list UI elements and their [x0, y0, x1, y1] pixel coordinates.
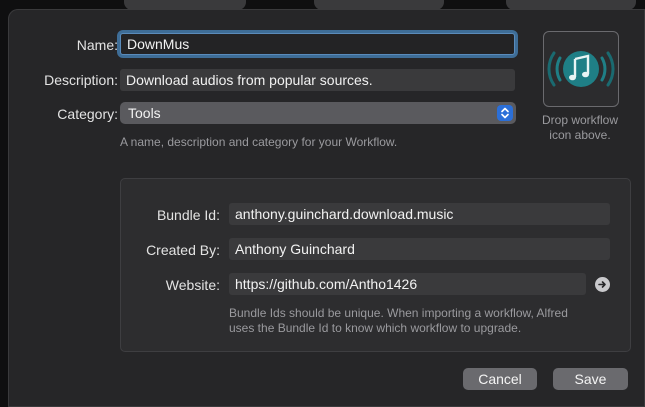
music-note-icon — [547, 51, 615, 87]
bundle-hint: Bundle Ids should be unique. When import… — [229, 306, 568, 336]
chevron-up-down-icon — [497, 105, 513, 121]
icon-drop-hint: Drop workflow icon above. — [530, 113, 630, 143]
category-select[interactable]: Tools — [120, 102, 516, 124]
website-input[interactable] — [229, 273, 586, 295]
save-button[interactable]: Save — [553, 368, 628, 390]
workflow-config-sheet: Name: Description: Category: Tools A nam… — [8, 9, 645, 407]
open-website-button[interactable] — [595, 277, 610, 292]
workflow-icon-drop-well[interactable] — [543, 31, 619, 107]
icon-drop-hint-line1: Drop workflow — [541, 113, 619, 127]
created-by-input[interactable] — [229, 238, 610, 260]
bundle-hint-line1: Bundle Ids should be unique. When import… — [229, 306, 568, 320]
description-label: Description: — [44, 72, 118, 88]
bundle-id-input[interactable] — [229, 203, 610, 225]
bundle-info-panel: Bundle Id: Created By: Website: Bundle I… — [120, 178, 631, 352]
category-label: Category: — [57, 106, 118, 122]
description-input[interactable] — [120, 69, 515, 91]
bundle-hint-line2: uses the Bundle Id to know which workflo… — [229, 321, 522, 335]
bundle-id-label: Bundle Id: — [156, 207, 220, 223]
created-by-label: Created By: — [146, 242, 220, 258]
general-hint: A name, description and category for you… — [120, 135, 398, 149]
icon-drop-hint-line2: icon above. — [549, 128, 611, 142]
name-input[interactable] — [120, 33, 515, 55]
cancel-button[interactable]: Cancel — [463, 368, 537, 390]
website-label: Website: — [165, 277, 220, 293]
arrow-right-icon — [598, 281, 606, 288]
category-value: Tools — [128, 105, 161, 121]
name-label: Name: — [76, 37, 118, 53]
